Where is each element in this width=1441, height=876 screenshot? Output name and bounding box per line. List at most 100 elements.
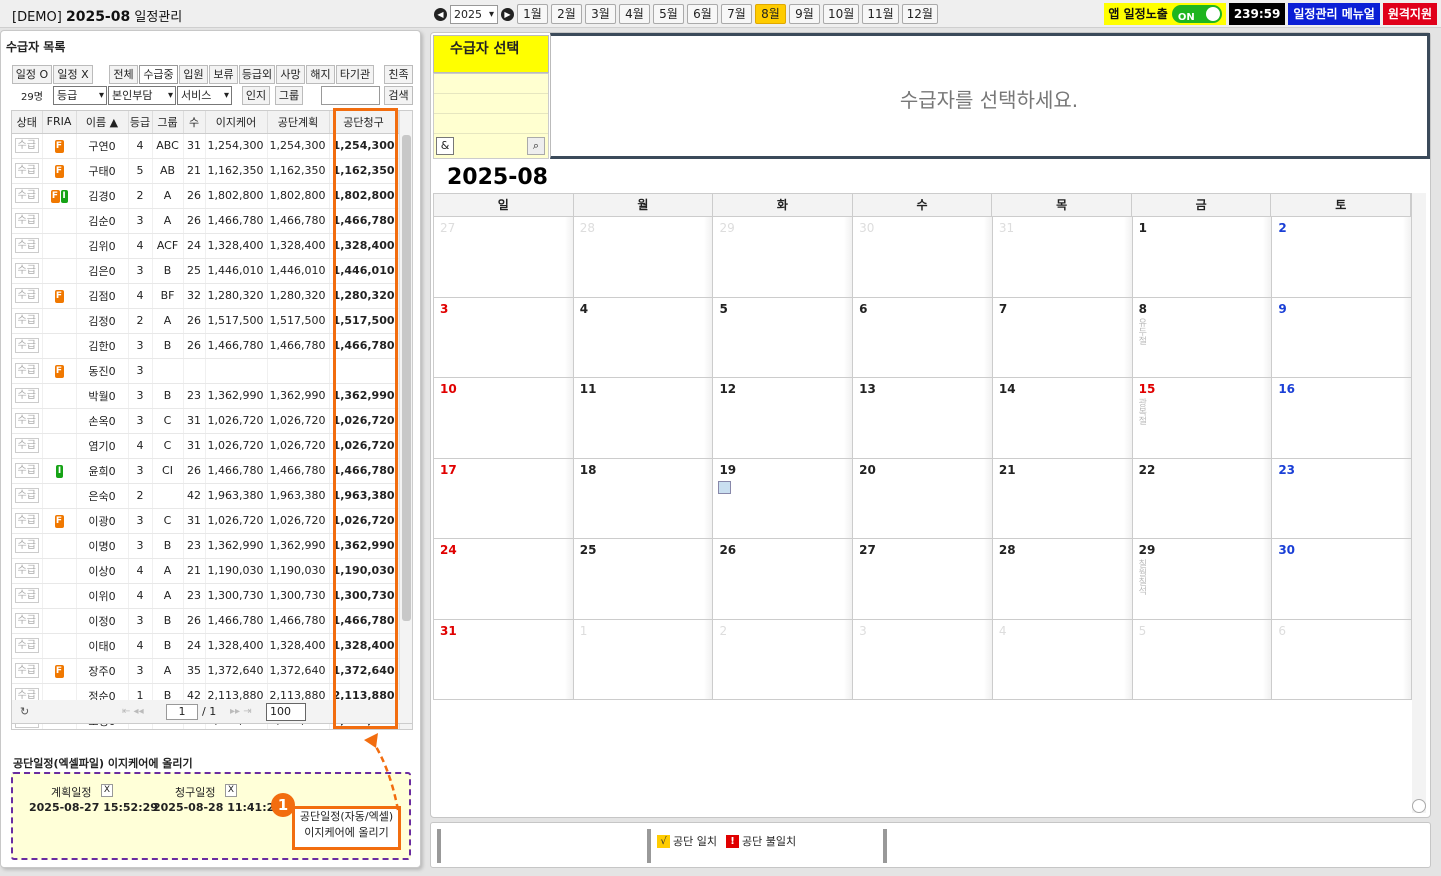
calendar-scrollbar[interactable] xyxy=(1412,193,1426,813)
column-header[interactable]: 공단계획 xyxy=(267,111,330,134)
calendar-day[interactable]: 29 칠월칠석 xyxy=(1132,539,1273,620)
calendar-day[interactable]: 14 xyxy=(992,378,1133,459)
month-button-5[interactable]: 5월 xyxy=(653,4,684,24)
calendar-day[interactable]: 8 유두절 xyxy=(1132,297,1273,378)
calendar-day[interactable]: 22 xyxy=(1132,458,1273,539)
column-header[interactable]: 그룹 xyxy=(152,111,184,134)
name-cell[interactable]: 김점0 xyxy=(76,283,129,309)
filter-hospital[interactable]: 입원 xyxy=(179,65,208,84)
name-cell[interactable]: 이광0 xyxy=(76,508,129,534)
month-button-4[interactable]: 4월 xyxy=(619,4,650,24)
calendar-day[interactable]: 27 xyxy=(853,539,993,620)
calendar-day[interactable]: 3 xyxy=(434,297,574,378)
calendar-day[interactable]: 21 xyxy=(992,458,1133,539)
first-prev-icon[interactable]: ⇤ ◂◂ xyxy=(122,706,144,717)
calendar-day[interactable]: 18 xyxy=(573,458,714,539)
month-button-6[interactable]: 6월 xyxy=(687,4,718,24)
search-input[interactable] xyxy=(321,86,380,105)
page-size-select[interactable]: 100 xyxy=(266,703,306,721)
calendar-day[interactable]: 16 xyxy=(1272,378,1413,459)
filter-other-agency[interactable]: 타기관 xyxy=(336,65,374,84)
calendar-day[interactable]: 6 xyxy=(1272,619,1413,700)
calendar-day[interactable]: 2 xyxy=(1272,217,1413,298)
filter-deceased[interactable]: 사망 xyxy=(276,65,305,84)
calendar-day[interactable]: 30 xyxy=(1272,539,1413,620)
year-select[interactable]: 2025 xyxy=(450,4,498,24)
scroll-knob[interactable] xyxy=(1412,799,1426,813)
filter-hold[interactable]: 보류 xyxy=(209,65,238,84)
plan-clear-button[interactable]: X xyxy=(101,784,113,797)
remote-support-button[interactable]: 원격지원 xyxy=(1382,3,1437,25)
name-cell[interactable]: 김경0 xyxy=(76,183,129,209)
name-cell[interactable]: 손옥0 xyxy=(76,408,129,434)
name-cell[interactable]: 동진0 xyxy=(76,358,129,384)
calendar-day[interactable]: 3 xyxy=(853,619,993,700)
name-cell[interactable]: 윤희0 xyxy=(76,458,129,484)
calendar-day[interactable]: 29 xyxy=(713,217,854,298)
filter-schedule-no[interactable]: 일정 X xyxy=(53,65,93,84)
name-cell[interactable]: 이위0 xyxy=(76,583,129,609)
calendar-day[interactable]: 6 xyxy=(853,297,993,378)
month-button-3[interactable]: 3월 xyxy=(585,4,616,24)
prev-circle-icon[interactable]: ◀ xyxy=(434,7,447,21)
name-cell[interactable]: 이태0 xyxy=(76,633,129,659)
name-cell[interactable]: 구연0 xyxy=(76,133,129,159)
column-header[interactable]: 이름 ▲ xyxy=(76,111,129,134)
next-last-icon[interactable]: ▸▸ ⇥ xyxy=(230,706,252,717)
month-button-9[interactable]: 9월 xyxy=(789,4,820,24)
recipient-select-tab[interactable]: 수급자 선택 xyxy=(433,35,549,73)
calendar-day[interactable]: 20 xyxy=(853,458,993,539)
month-button-7[interactable]: 7월 xyxy=(721,4,752,24)
manual-button[interactable]: 일정관리 메뉴얼 xyxy=(1288,3,1380,25)
column-header[interactable]: 수 xyxy=(183,111,206,134)
refresh-icon[interactable]: ↻ xyxy=(20,705,29,718)
column-header[interactable]: FRIA xyxy=(42,111,77,134)
calendar-day[interactable]: 17 xyxy=(434,458,574,539)
month-button-10[interactable]: 10월 xyxy=(823,4,860,24)
table-scrollbar[interactable] xyxy=(399,111,412,729)
calendar-day[interactable]: 5 xyxy=(1132,619,1273,700)
name-cell[interactable]: 염기0 xyxy=(76,433,129,459)
name-cell[interactable]: 박월0 xyxy=(76,383,129,409)
calendar-day[interactable]: 31 xyxy=(992,217,1133,298)
calendar-day[interactable]: 30 xyxy=(853,217,993,298)
calendar-day[interactable]: 1 xyxy=(573,619,714,700)
app-show-toggle[interactable]: ON xyxy=(1171,5,1222,23)
scrollbar-thumb[interactable] xyxy=(402,135,411,621)
calendar-day[interactable]: 7 xyxy=(992,297,1133,378)
calendar-day[interactable]: 23 xyxy=(1272,458,1413,539)
calendar-day[interactable]: 24 xyxy=(434,539,574,620)
calendar-day[interactable]: 12 xyxy=(713,378,854,459)
auth-button[interactable]: 인지 xyxy=(242,86,270,105)
calendar-day[interactable]: 5 xyxy=(713,297,854,378)
filter-active[interactable]: 수급중 xyxy=(139,65,178,84)
search-button[interactable]: 검색 xyxy=(384,86,413,105)
name-cell[interactable]: 이상0 xyxy=(76,558,129,584)
group-button[interactable]: 그룹 xyxy=(275,86,303,105)
calendar-day[interactable]: 13 xyxy=(853,378,993,459)
calendar-day[interactable]: 4 xyxy=(992,619,1133,700)
next-circle-icon[interactable]: ▶ xyxy=(501,7,514,21)
memo-icon[interactable] xyxy=(718,480,732,494)
copay-select[interactable]: 본인부담 xyxy=(108,86,176,105)
filter-family[interactable]: 친족 xyxy=(384,65,413,84)
calendar-day[interactable]: 31 xyxy=(434,619,574,700)
calendar-day[interactable]: 28 xyxy=(573,217,714,298)
calendar-day[interactable]: 10 xyxy=(434,378,574,459)
filter-all[interactable]: 전체 xyxy=(109,65,138,84)
name-cell[interactable]: 김한0 xyxy=(76,333,129,359)
calendar-day[interactable]: 11 xyxy=(573,378,714,459)
calendar-day[interactable]: 28 xyxy=(992,539,1133,620)
column-header[interactable]: 등급 xyxy=(128,111,153,134)
month-button-12[interactable]: 12월 xyxy=(901,4,938,24)
month-button-2[interactable]: 2월 xyxy=(551,4,582,24)
filter-schedule-yes[interactable]: 일정 O xyxy=(12,65,52,84)
filter-terminated[interactable]: 해지 xyxy=(306,65,335,84)
name-cell[interactable]: 은숙0 xyxy=(76,483,129,509)
column-header[interactable]: 상태 xyxy=(12,111,43,134)
service-select[interactable]: 서비스 xyxy=(177,86,232,105)
calendar-day[interactable]: 4 xyxy=(573,297,714,378)
name-cell[interactable]: 구태0 xyxy=(76,158,129,184)
amp-button[interactable]: & xyxy=(436,137,454,155)
calendar-day[interactable]: 26 xyxy=(713,539,854,620)
